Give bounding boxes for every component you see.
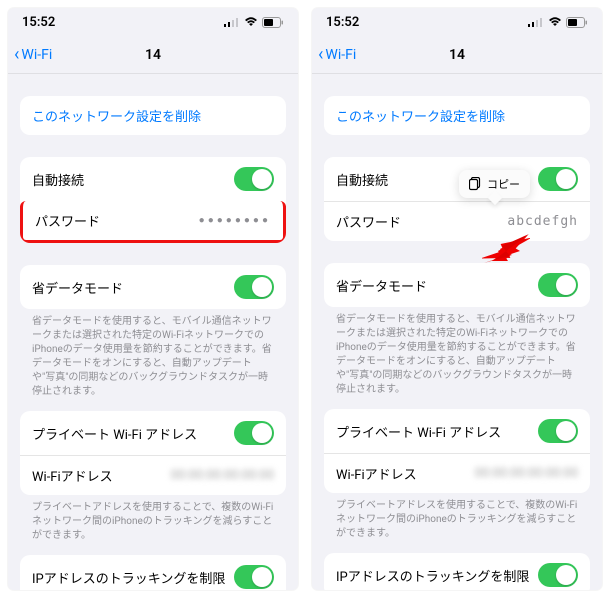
status-indicators [528,17,588,28]
status-bar: 15:52 [8,8,298,36]
limit-ip-label: IPアドレスのトラッキングを制限 [336,566,529,585]
battery-icon [566,17,588,28]
limit-ip-toggle[interactable] [234,565,274,589]
wifi-addr-row: Wi-Fiアドレス 00:00:00:00:00:00 [20,455,286,495]
status-bar: 15:52 [312,8,602,36]
phone-left: 15:52 ‹ Wi-Fi 14 このネットワーク設定を削除 自動接続 パス [8,8,298,590]
wifi-icon [244,17,258,27]
signal-icon [528,17,544,27]
copy-tooltip[interactable]: コピー [459,170,530,198]
private-addr-row: プライベート Wi-Fi アドレス [324,409,590,453]
low-data-label: 省データモード [32,278,123,297]
low-data-toggle[interactable] [234,275,274,299]
password-value-hidden: ●●●●●●●● [199,215,271,226]
low-data-toggle[interactable] [538,273,578,297]
status-time: 15:52 [22,15,55,30]
low-data-row: 省データモード [20,265,286,309]
wifi-addr-row: Wi-Fiアドレス 00:00:00:00:00:00 [324,453,590,493]
auto-join-toggle[interactable] [538,167,578,191]
limit-ip-card: IPアドレスのトラッキングを制限 [20,555,286,590]
battery-icon [262,17,284,28]
wifi-addr-value: 00:00:00:00:00:00 [171,468,274,483]
nav-back-button[interactable]: ‹ Wi-Fi [14,44,52,65]
connection-card: 自動接続 コピー パスワード abcdefgh [324,157,590,241]
limit-ip-card: IPアドレスのトラッキングを制限 [324,553,590,590]
auto-join-row: 自動接続 [20,157,286,201]
password-row[interactable]: コピー パスワード abcdefgh [324,201,590,241]
private-addr-toggle[interactable] [234,421,274,445]
signal-icon [224,17,240,27]
forget-network-button[interactable]: このネットワーク設定を削除 [324,96,590,135]
auto-join-label: 自動接続 [336,170,388,189]
auto-join-label: 自動接続 [32,170,84,189]
limit-ip-row: IPアドレスのトラッキングを制限 [20,555,286,590]
wifi-icon [548,17,562,27]
limit-ip-row: IPアドレスのトラッキングを制限 [324,553,590,590]
password-label: パスワード [336,212,401,231]
low-data-footnote: 省データモードを使用すると、モバイル通信ネットワークまたは選択された特定のWi-… [20,309,286,399]
nav-bar: ‹ Wi-Fi 14 [8,36,298,74]
copy-label: コピー [487,176,520,192]
forget-network-button[interactable]: このネットワーク設定を削除 [20,96,286,135]
limit-ip-toggle[interactable] [538,563,578,587]
private-addr-row: プライベート Wi-Fi アドレス [20,411,286,455]
low-data-label: 省データモード [336,276,427,295]
chevron-left-icon: ‹ [14,44,19,65]
wifi-addr-label: Wi-Fiアドレス [336,464,417,483]
password-label: パスワード [35,211,100,230]
private-addr-card: プライベート Wi-Fi アドレス Wi-Fiアドレス 00:00:00:00:… [324,409,590,493]
connection-card: 自動接続 パスワード ●●●●●●●● [20,157,286,243]
auto-join-toggle[interactable] [234,167,274,191]
chevron-left-icon: ‹ [318,44,323,65]
copy-icon [469,177,481,191]
phone-right: 15:52 ‹ Wi-Fi 14 このネットワーク設定を削除 自動接続 [312,8,602,590]
wifi-addr-value: 00:00:00:00:00:00 [475,466,578,481]
nav-back-label: Wi-Fi [21,47,52,63]
settings-content: このネットワーク設定を削除 自動接続 コピー パスワード abcdefgh 省 [312,74,602,590]
private-addr-card: プライベート Wi-Fi アドレス Wi-Fiアドレス 00:00:00:00:… [20,411,286,495]
low-data-row: 省データモード [324,263,590,307]
private-addr-footnote: プライベートアドレスを使用することで、複数のWi-Fiネットワーク間のiPhon… [324,493,590,541]
limit-ip-label: IPアドレスのトラッキングを制限 [32,568,225,587]
nav-back-label: Wi-Fi [325,47,356,63]
password-value-revealed: abcdefgh [507,214,578,229]
low-data-footnote: 省データモードを使用すると、モバイル通信ネットワークまたは選択された特定のWi-… [324,307,590,397]
private-addr-label: プライベート Wi-Fi アドレス [336,422,501,441]
nav-back-button[interactable]: ‹ Wi-Fi [318,44,356,65]
auto-join-row: 自動接続 [324,157,590,201]
nav-title: 14 [145,47,161,63]
low-data-card: 省データモード [20,265,286,309]
nav-title: 14 [449,47,465,63]
private-addr-toggle[interactable] [538,419,578,443]
status-indicators [224,17,284,28]
settings-content: このネットワーク設定を削除 自動接続 パスワード ●●●●●●●● 省データモー… [8,74,298,590]
nav-bar: ‹ Wi-Fi 14 [312,36,602,74]
private-addr-label: プライベート Wi-Fi アドレス [32,424,197,443]
password-row[interactable]: パスワード ●●●●●●●● [20,201,286,243]
wifi-addr-label: Wi-Fiアドレス [32,466,113,485]
low-data-card: 省データモード [324,263,590,307]
forget-card: このネットワーク設定を削除 [324,96,590,135]
private-addr-footnote: プライベートアドレスを使用することで、複数のWi-Fiネットワーク間のiPhon… [20,495,286,543]
forget-card: このネットワーク設定を削除 [20,96,286,135]
status-time: 15:52 [326,15,359,30]
